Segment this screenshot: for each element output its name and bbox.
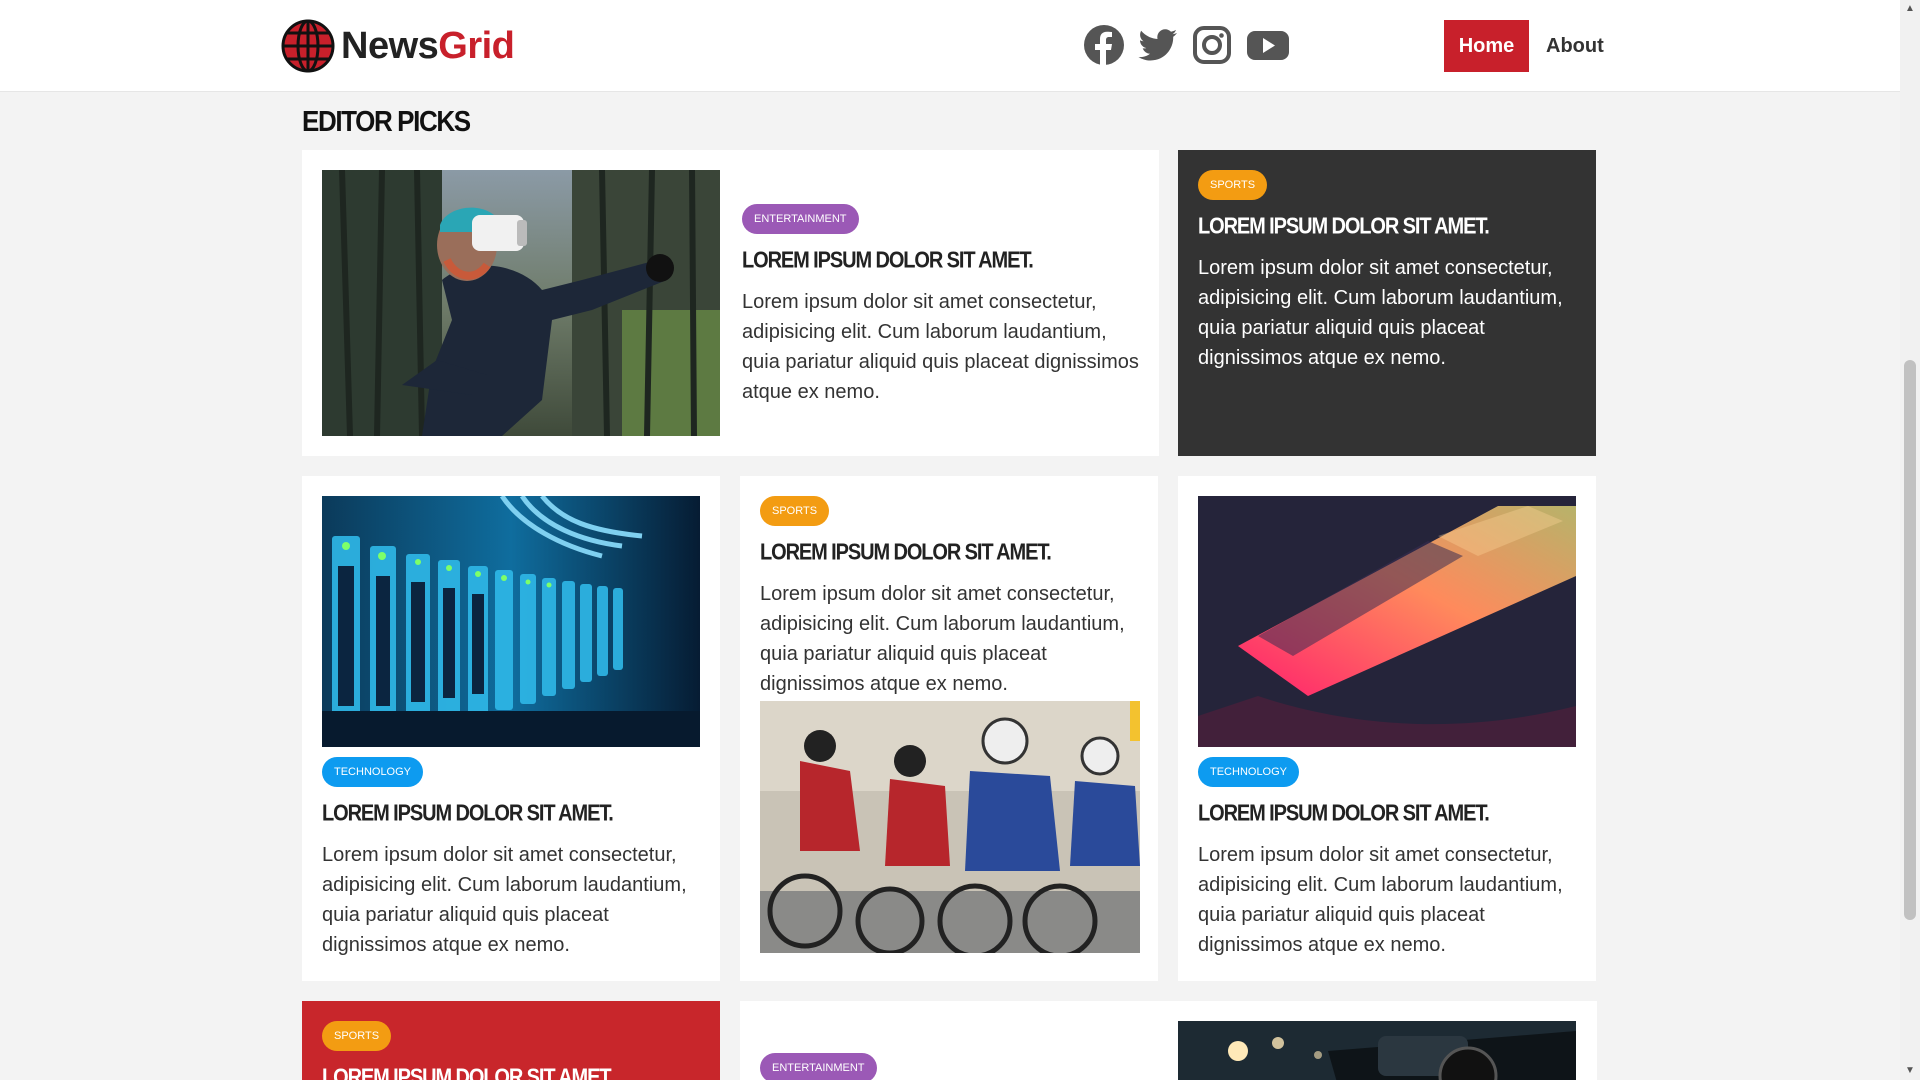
article-excerpt: Lorem ipsum dolor sit amet consectetur, …	[322, 844, 687, 956]
section-title: EDITOR PICKS	[302, 104, 471, 138]
article-title[interactable]: LOREM IPSUM DOLOR SIT AMET.	[742, 248, 1142, 274]
article-image-laptop	[1198, 496, 1576, 747]
logo-text-grid: Grid	[438, 24, 515, 67]
article-image-servers	[322, 496, 700, 747]
globe-icon	[281, 19, 335, 73]
category-badge[interactable]: SPORTS	[1198, 170, 1268, 200]
article-excerpt: Lorem ipsum dolor sit amet consectetur, …	[742, 291, 1139, 403]
article-card[interactable]: SPORTS LOREM IPSUM DOLOR SIT AMET. Lorem…	[1178, 150, 1596, 456]
article-card[interactable]: ENTERTAINMENT	[740, 1001, 1597, 1080]
article-title[interactable]: LOREM IPSUM DOLOR SIT AMET.	[322, 801, 702, 827]
article-image-cyclists	[760, 701, 1140, 953]
category-badge[interactable]: TECHNOLOGY	[1198, 757, 1300, 787]
article-image-vr	[322, 170, 720, 436]
facebook-icon[interactable]	[1083, 24, 1125, 66]
article-excerpt: Lorem ipsum dolor sit amet consectetur, …	[1198, 257, 1563, 369]
nav-about[interactable]: About	[1538, 20, 1612, 72]
scroll-up-arrow-icon[interactable]: ▲	[1900, 0, 1920, 18]
article-excerpt: Lorem ipsum dolor sit amet consectetur, …	[760, 583, 1125, 695]
youtube-icon[interactable]	[1245, 24, 1291, 66]
article-title[interactable]: LOREM IPSUM DOLOR SIT AMET.	[1198, 214, 1578, 240]
site-header: NewsGrid Home About	[0, 0, 1900, 92]
category-badge[interactable]: SPORTS	[322, 1021, 392, 1051]
social-links	[1083, 24, 1291, 66]
article-title[interactable]: LOREM IPSUM DOLOR SIT AMET.	[760, 540, 1140, 566]
category-badge[interactable]: ENTERTAINMENT	[760, 1053, 877, 1080]
article-card[interactable]: SPORTS LOREM IPSUM DOLOR SIT AMET. Lorem…	[740, 476, 1158, 981]
article-excerpt: Lorem ipsum dolor sit amet consectetur, …	[1198, 844, 1563, 956]
logo-text-news: News	[341, 24, 439, 67]
category-badge[interactable]: TECHNOLOGY	[322, 757, 424, 787]
logo-text: NewsGrid	[341, 24, 515, 68]
site-logo[interactable]: NewsGrid	[281, 19, 515, 73]
article-card[interactable]: TECHNOLOGY LOREM IPSUM DOLOR SIT AMET. L…	[1178, 476, 1596, 981]
article-card[interactable]: SPORTS LOREM IPSUM DOLOR SIT AMET.	[302, 1001, 720, 1080]
article-title[interactable]: LOREM IPSUM DOLOR SIT AMET.	[322, 1065, 702, 1080]
nav-home[interactable]: Home	[1444, 20, 1529, 72]
article-title[interactable]: LOREM IPSUM DOLOR SIT AMET.	[1198, 801, 1578, 827]
scrollbar-thumb[interactable]	[1904, 360, 1916, 920]
article-image-camera	[1178, 1021, 1576, 1080]
instagram-icon[interactable]	[1191, 24, 1233, 66]
category-badge[interactable]: SPORTS	[760, 496, 830, 526]
twitter-icon[interactable]	[1137, 24, 1179, 66]
page-scrollbar[interactable]: ▲ ▼	[1900, 0, 1920, 1080]
article-card[interactable]: TECHNOLOGY LOREM IPSUM DOLOR SIT AMET. L…	[302, 476, 720, 981]
article-card[interactable]: ENTERTAINMENT LOREM IPSUM DOLOR SIT AMET…	[302, 150, 1159, 456]
category-badge[interactable]: ENTERTAINMENT	[742, 204, 859, 234]
scroll-down-arrow-icon[interactable]: ▼	[1900, 1062, 1920, 1080]
